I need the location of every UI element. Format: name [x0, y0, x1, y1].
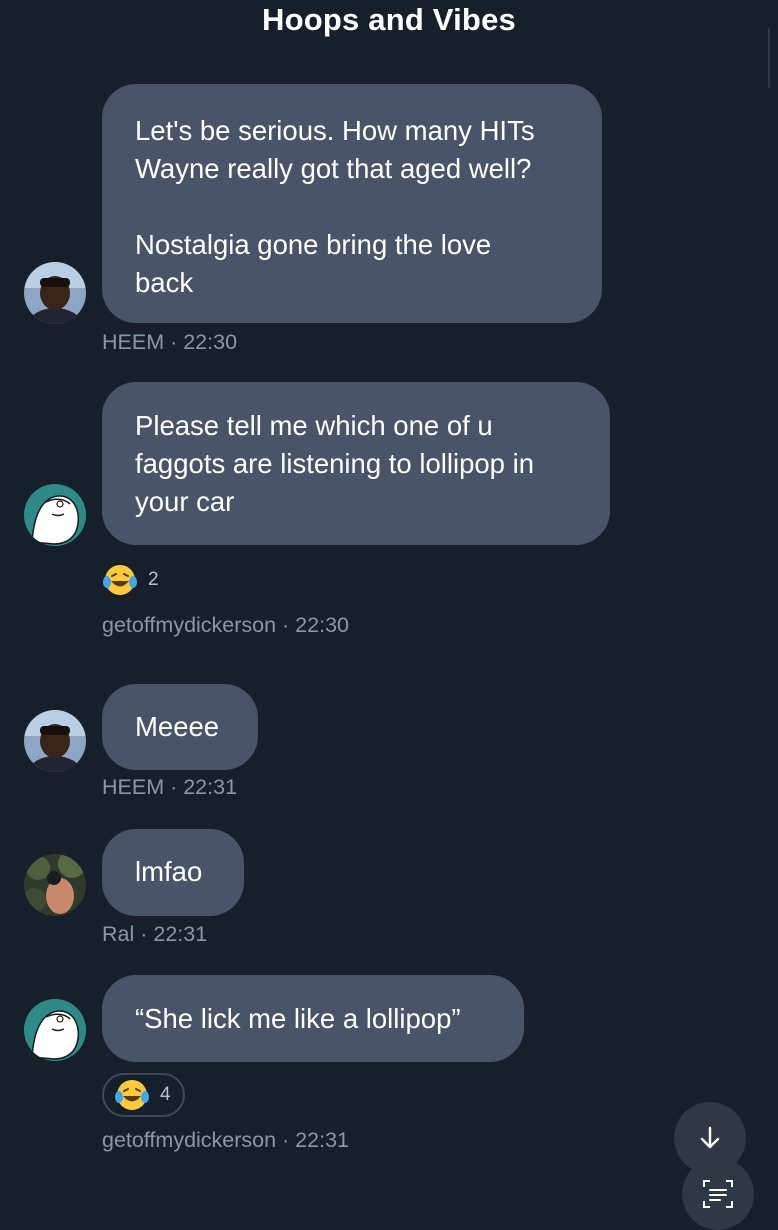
- avatar-heem-image: [24, 262, 86, 324]
- avatar-heem[interactable]: [24, 262, 86, 324]
- message-meta: getoffmydickerson · 22:30: [102, 613, 349, 637]
- laughing-tears-emoji-icon: [115, 1080, 149, 1110]
- message-bubble[interactable]: Please tell me which one of u faggots ar…: [102, 382, 610, 545]
- reaction-count: 2: [148, 569, 159, 590]
- message-meta: HEEM · 22:31: [102, 775, 238, 799]
- reaction-count: 4: [160, 1084, 171, 1105]
- message-meta: Ral · 22:31: [102, 922, 208, 946]
- message-bubble[interactable]: Let's be serious. How many HITs Wayne re…: [102, 84, 602, 323]
- message-bubble[interactable]: lmfao: [102, 829, 244, 916]
- message-meta: HEEM · 22:30: [102, 330, 238, 354]
- message-bubble[interactable]: Meeee: [102, 684, 258, 770]
- avatar-ral[interactable]: [24, 854, 86, 916]
- scroll-indicator: [768, 28, 778, 88]
- arrow-down-icon: [700, 1126, 720, 1149]
- reaction-chip[interactable]: 2: [102, 560, 159, 600]
- avatar-heem-image: [24, 710, 86, 772]
- list-scan-icon: [703, 1180, 733, 1208]
- avatar-getoffmydickerson[interactable]: [24, 999, 86, 1061]
- avatar-cartoon-image: [24, 484, 86, 546]
- chat-title: Hoops and Vibes: [262, 2, 516, 37]
- avatar-cartoon-image: [24, 999, 86, 1061]
- avatar-heem[interactable]: [24, 710, 86, 772]
- list-scan-button[interactable]: [682, 1158, 754, 1230]
- message-bubble[interactable]: “She lick me like a lollipop”: [102, 975, 524, 1062]
- avatar-getoffmydickerson[interactable]: [24, 484, 86, 546]
- laughing-tears-emoji-icon: [103, 565, 137, 595]
- message-meta: getoffmydickerson · 22:31: [102, 1128, 349, 1152]
- reaction-chip[interactable]: 4: [102, 1073, 185, 1117]
- avatar-ral-image: [24, 854, 86, 916]
